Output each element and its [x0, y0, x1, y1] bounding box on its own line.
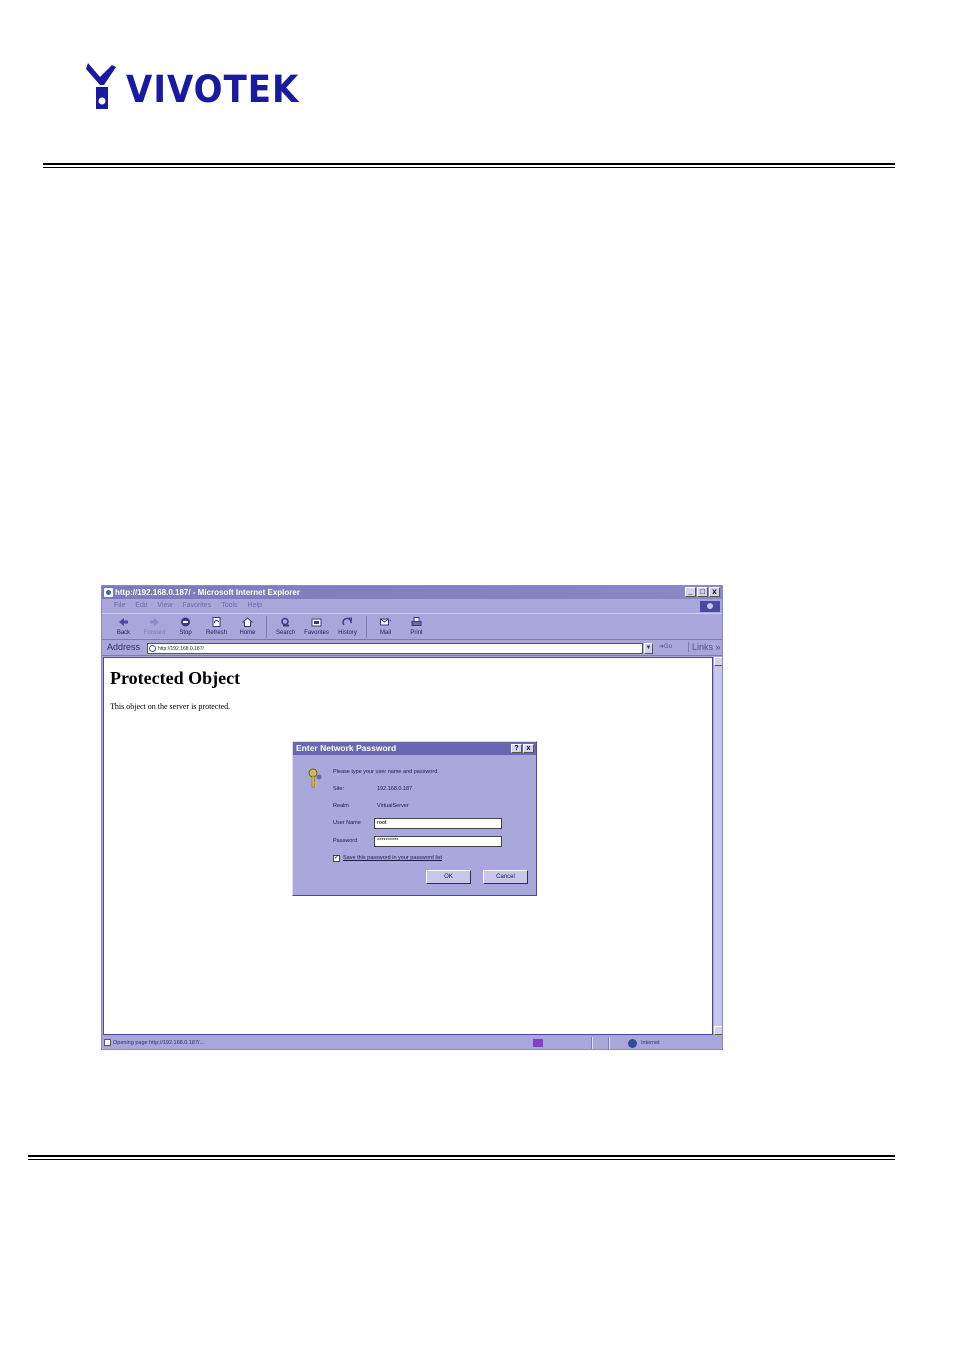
menu-tools[interactable]: Tools	[221, 600, 237, 612]
favorites-label: Favorites	[304, 630, 329, 636]
keys-icon	[308, 768, 322, 788]
mail-label: Mail	[379, 630, 391, 636]
status-divider	[591, 1037, 593, 1049]
address-input[interactable]: http://192.168.0.187/	[147, 643, 643, 654]
search-button[interactable]: Search	[270, 614, 301, 640]
links-label: Links	[692, 642, 714, 652]
stop-button[interactable]: Stop	[170, 614, 201, 640]
zone-text: Internet	[641, 1040, 660, 1046]
standard-toolbar: Back Forward Stop Refresh Home Search Fa…	[102, 613, 722, 640]
vivotek-logo: VIVOTEK	[86, 63, 300, 113]
browser-titlebar: http://192.168.0.187/ - Microsoft Intern…	[102, 586, 722, 599]
stop-label: Stop	[179, 630, 192, 636]
username-label: User Name	[333, 820, 361, 826]
history-icon	[342, 617, 352, 626]
print-button[interactable]: Print	[401, 614, 432, 640]
menu-edit[interactable]: Edit	[135, 600, 147, 612]
internet-zone-icon	[628, 1039, 637, 1048]
status-divider	[608, 1037, 610, 1049]
scroll-down-arrow-icon[interactable]	[714, 1026, 722, 1035]
refresh-icon	[212, 617, 221, 627]
menu-favorites[interactable]: Favorites	[182, 600, 211, 612]
back-button[interactable]: Back	[108, 614, 139, 640]
favorites-icon	[311, 618, 322, 627]
restore-button[interactable]: □	[697, 587, 708, 597]
toolbar-separator	[266, 616, 267, 638]
back-label: Back	[116, 630, 131, 636]
dialog-prompt: Please type your user name and password.	[333, 769, 439, 775]
dialog-close-button[interactable]: x	[523, 744, 534, 753]
forward-label: Forward	[143, 630, 166, 636]
site-value: 192.168.0.187	[377, 786, 413, 792]
favorites-button[interactable]: Favorites	[301, 614, 332, 640]
realm-value: VirtualServer	[377, 803, 409, 809]
forward-arrow-icon	[150, 618, 159, 626]
home-button[interactable]: Home	[232, 614, 263, 640]
browser-window: http://192.168.0.187/ - Microsoft Intern…	[101, 585, 723, 1050]
status-page-icon	[104, 1039, 111, 1046]
footer-rule	[28, 1155, 895, 1160]
status-text: Opening page http://192.168.0.187/...	[113, 1040, 205, 1046]
refresh-button[interactable]: Refresh	[201, 614, 232, 640]
vivotek-logo-mark-icon	[86, 63, 116, 109]
close-button[interactable]: x	[709, 587, 720, 597]
address-label: Address	[107, 642, 141, 652]
home-label: Home	[239, 630, 256, 636]
back-arrow-icon	[119, 618, 128, 626]
menu-view[interactable]: View	[157, 600, 172, 612]
go-label: Go	[664, 644, 673, 650]
page-body-text: This object on the server is protected.	[110, 702, 231, 711]
password-label: Password	[333, 838, 358, 844]
dialog-help-button[interactable]: ?	[511, 744, 522, 753]
network-password-dialog: Enter Network Password ? x Please type y…	[292, 741, 537, 896]
brand-name: VIVOTEK	[126, 68, 300, 112]
realm-label: Realm	[333, 803, 349, 809]
status-bar: Opening page http://192.168.0.187/... In…	[102, 1036, 722, 1049]
address-dropdown-button[interactable]: ▼	[644, 643, 653, 654]
toolbar-separator	[366, 616, 367, 638]
search-label: Search	[275, 630, 295, 636]
links-button[interactable]: Links »	[688, 642, 721, 652]
site-label: Site:	[333, 786, 345, 792]
stop-icon	[181, 617, 190, 627]
save-password-label[interactable]: Save this password in your password list	[343, 855, 442, 861]
dialog-title: Enter Network Password	[296, 743, 397, 753]
minimize-button[interactable]: _	[685, 587, 696, 597]
forward-button[interactable]: Forward	[139, 614, 170, 640]
history-label: History	[338, 630, 357, 636]
home-icon	[242, 617, 253, 627]
vertical-scrollbar[interactable]	[714, 657, 722, 1035]
ie-throbber-icon	[700, 601, 720, 612]
password-input[interactable]: **********	[374, 836, 502, 847]
progress-indicator	[533, 1039, 543, 1047]
menu-bar: File Edit View Favorites Tools Help	[102, 600, 722, 612]
menu-help[interactable]: Help	[248, 600, 262, 612]
cancel-button[interactable]: Cancel	[483, 870, 528, 884]
save-password-checkbox[interactable]: ✓	[333, 855, 340, 862]
menu-file[interactable]: File	[114, 600, 125, 612]
search-icon	[281, 617, 289, 627]
page-content: Protected Object This object on the serv…	[103, 657, 713, 1035]
print-icon	[411, 617, 422, 626]
scroll-up-arrow-icon[interactable]	[714, 657, 722, 666]
address-bar: Address http://192.168.0.187/ ▼ ➜Go Link…	[102, 641, 722, 656]
mail-button[interactable]: Mail	[370, 614, 401, 640]
page-heading: Protected Object	[110, 668, 241, 688]
ie-page-icon	[104, 588, 113, 597]
ok-button[interactable]: OK	[426, 870, 471, 884]
mail-icon	[380, 618, 391, 626]
print-label: Print	[410, 630, 423, 636]
header-rule	[43, 163, 895, 168]
go-button[interactable]: ➜Go	[659, 643, 672, 650]
username-input[interactable]: root	[374, 818, 502, 829]
refresh-label: Refresh	[205, 630, 227, 636]
dialog-titlebar: Enter Network Password ? x	[293, 742, 536, 755]
browser-title: http://192.168.0.187/ - Microsoft Intern…	[115, 588, 300, 597]
history-button[interactable]: History	[332, 614, 363, 640]
